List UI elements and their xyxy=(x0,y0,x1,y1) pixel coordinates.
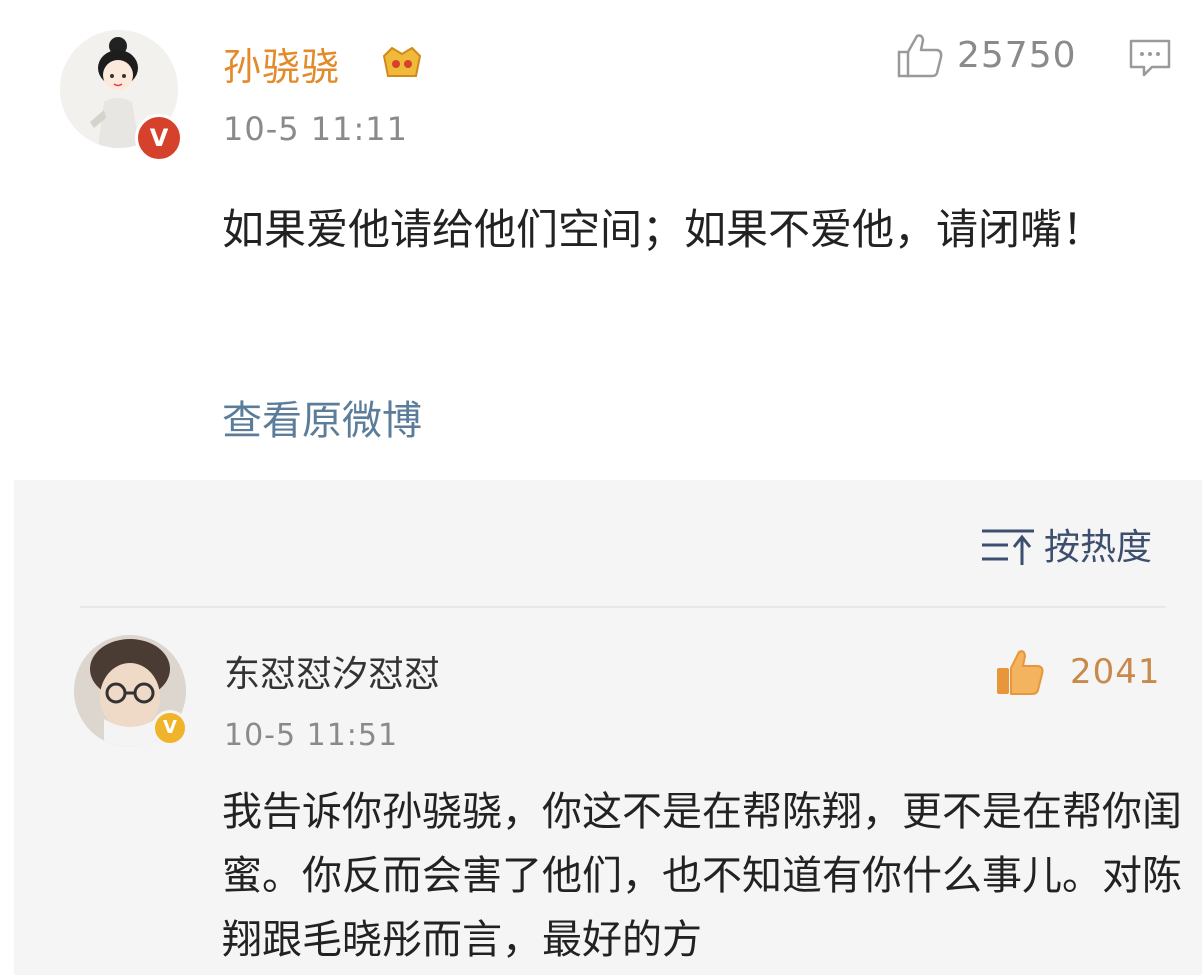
sort-by-hot-button[interactable]: 按热度 xyxy=(978,518,1152,570)
commenter-name[interactable]: 东怼怼汐怼怼 xyxy=(224,645,440,697)
comment-body-text: 我告诉你孙骁骁，你这不是在帮陈翔，更不是在帮你闺蜜。你反而会害了他们，也不知道有… xyxy=(222,789,1182,963)
verified-icon: V xyxy=(152,710,188,746)
original-post: V 孙骁骁 10-5 11:11 25750 如果爱他请给他们空间；如果不爱他，… xyxy=(0,0,1202,478)
comments-section: 按热度 V 东怼怼汐怼怼 10-5 11:51 2041 我告诉你孙骁骁，你这不… xyxy=(14,480,1202,975)
comment-time: 10-5 11:51 xyxy=(224,718,399,753)
thumbs-up-icon xyxy=(897,34,943,78)
post-like-count: 25750 xyxy=(957,34,1077,76)
post-body-text: 如果爱他请给他们空间；如果不爱他，请闭嘴！ xyxy=(222,205,1105,254)
sort-icon xyxy=(981,529,1034,565)
post-time: 10-5 11:11 xyxy=(223,110,409,148)
thumbs-up-icon xyxy=(997,650,1044,695)
verified-icon: V xyxy=(135,114,183,162)
comment-like-button[interactable]: 2041 xyxy=(994,646,1161,698)
sort-label: 按热度 xyxy=(1043,527,1152,568)
divider xyxy=(80,606,1166,608)
post-author-name[interactable]: 孙骁骁 xyxy=(223,36,340,91)
post-like-button[interactable]: 25750 xyxy=(895,30,1077,80)
view-original-link[interactable]: 查看原微博 xyxy=(222,388,422,446)
comment-icon[interactable] xyxy=(1128,38,1172,78)
vip-icon xyxy=(382,46,422,77)
comment-like-count: 2041 xyxy=(1070,652,1161,692)
